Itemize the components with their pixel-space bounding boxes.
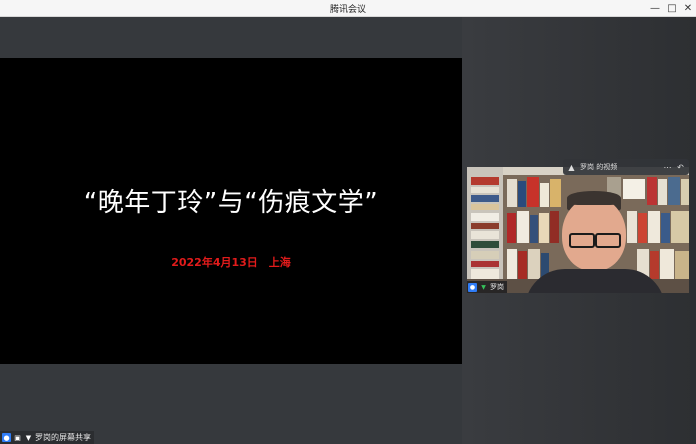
microphone-icon[interactable]: ▼ [479, 283, 488, 292]
more-icon[interactable]: ⋯ [663, 163, 672, 172]
minimize-icon[interactable]: — [648, 1, 662, 15]
participant-hair-top [567, 191, 621, 205]
title-bar: 腾讯会议 — □ ✕ [0, 0, 696, 17]
presentation-slide: “晚年丁玲”与“伤痕文学” 2022年4月13日 上海 [0, 58, 462, 364]
screen-share-label: 罗岗的屏幕共享 [35, 433, 91, 442]
back-icon[interactable]: ↶ [676, 163, 685, 172]
window-title: 腾讯会议 [329, 5, 366, 15]
user-icon: ● [468, 282, 477, 292]
screen-share-icon: ▣ [14, 433, 21, 442]
maximize-icon[interactable]: □ [665, 1, 679, 15]
screen-share-status[interactable]: ● ▣ ▼ 罗岗的屏幕共享 [0, 431, 94, 444]
video-overlay-label: 罗岗 的视频 [580, 163, 618, 171]
close-icon[interactable]: ✕ [681, 1, 695, 15]
slide-date: 2022年4月13日 上海 [171, 256, 291, 269]
participant-name-bar: ● ▼ 罗岗 [467, 281, 507, 293]
slide-title: “晚年丁玲”与“伤痕文学” [83, 188, 379, 218]
participant-name: 罗岗 [490, 283, 504, 291]
participant-glasses [567, 233, 621, 248]
microphone-icon: ▼ [25, 433, 32, 442]
participant-video[interactable] [467, 167, 689, 293]
video-toolbar[interactable]: ▲ 罗岗 的视频 ⋯ ↶ [563, 159, 689, 175]
user-icon: ● [2, 433, 11, 442]
pin-icon[interactable]: ▲ [567, 163, 576, 172]
